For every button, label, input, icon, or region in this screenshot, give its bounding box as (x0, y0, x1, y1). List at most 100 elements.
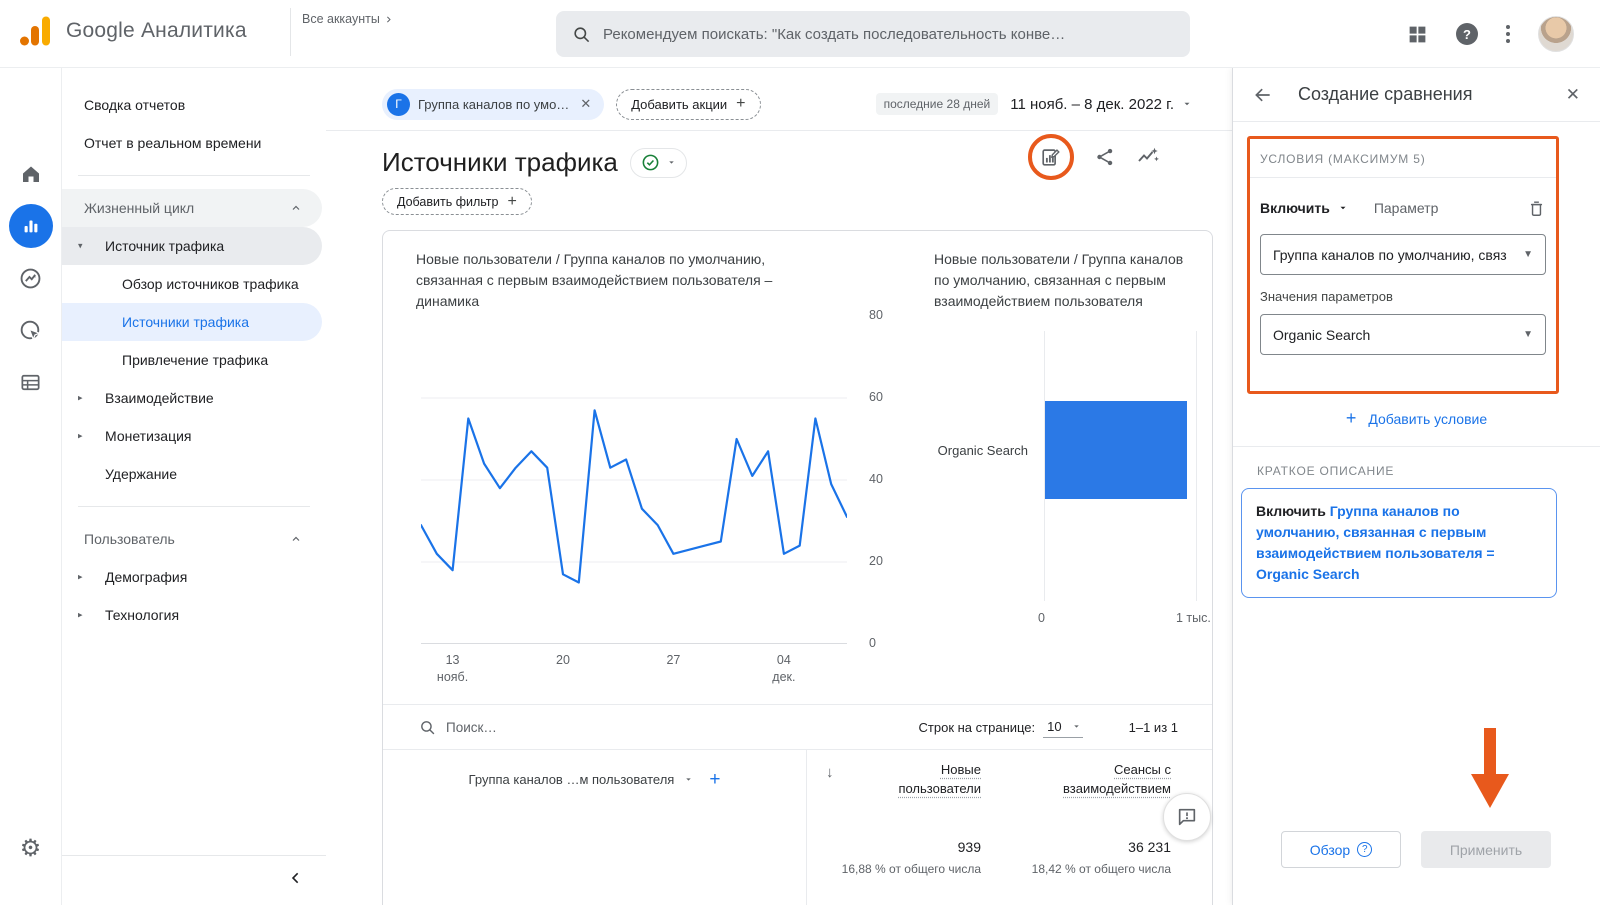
nav-acquisition-overview[interactable]: Обзор источников трафика (62, 265, 322, 303)
close-icon[interactable]: ✕ (1566, 85, 1580, 105)
table-search-input[interactable] (446, 720, 646, 735)
nav-monetization[interactable]: ▸ Монетизация (62, 417, 322, 455)
search-input[interactable] (603, 26, 1174, 43)
rows-per-page-label: Строк на странице: (919, 720, 1036, 735)
collapse-nav-icon[interactable] (288, 870, 304, 886)
help-icon: ? (1357, 842, 1372, 857)
table-toolbar: Строк на странице: 10 1–1 из 1 (383, 704, 1212, 749)
date-range-label: 11 нояб. – 8 дек. 2022 г. (1010, 96, 1174, 113)
apply-button[interactable]: Применить (1421, 831, 1551, 868)
nav-engagement[interactable]: ▸ Взаимодействие (62, 379, 322, 417)
nav-demographics[interactable]: ▸ Демография (62, 558, 322, 596)
x-tick-label: 04дек. (772, 652, 795, 686)
caret-down-icon (1072, 722, 1081, 731)
conditions-header: УСЛОВИЯ (МАКСИМУМ 5) (1250, 139, 1556, 178)
nav-footer (62, 855, 326, 905)
caret-down-icon (1338, 203, 1348, 213)
search-icon (572, 25, 591, 44)
nav-section-lifecycle[interactable]: Жизненный цикл (62, 189, 322, 227)
more-vertical-icon[interactable] (1506, 25, 1510, 43)
help-icon[interactable]: ? (1456, 23, 1478, 45)
apps-grid-icon[interactable] (1407, 24, 1428, 45)
customize-report-icon[interactable] (1040, 146, 1062, 168)
nav-user-acquisition[interactable]: Привлечение трафика (62, 341, 322, 379)
comparison-chip[interactable]: Г Группа каналов по умо… ✕ (382, 89, 604, 120)
summary-header: КРАТКОЕ ОПИСАНИЕ (1257, 464, 1394, 478)
insights-icon[interactable] (1136, 145, 1160, 169)
y-tick-label: 40 (869, 472, 883, 486)
comparison-summary: Включить Группа каналов по умолчанию, св… (1241, 488, 1557, 598)
caret-down-icon: ▼ (1523, 329, 1533, 340)
caret-down-icon (1182, 99, 1192, 109)
advertising-icon[interactable] (9, 308, 53, 352)
line-chart[interactable] (421, 316, 847, 644)
panel-title: Создание сравнения (1298, 84, 1472, 105)
share-icon[interactable] (1094, 146, 1116, 168)
build-comparison-panel: Создание сравнения ✕ УСЛОВИЯ (МАКСИМУМ 5… (1232, 68, 1600, 905)
global-search[interactable] (556, 11, 1190, 57)
nav-realtime[interactable]: Отчет в реальном времени (62, 124, 322, 162)
delete-condition-icon[interactable] (1527, 199, 1546, 218)
avatar[interactable] (1538, 16, 1574, 52)
plus-icon: + (1346, 408, 1357, 429)
back-icon[interactable] (1253, 85, 1273, 105)
search-icon (419, 719, 436, 736)
nav-section-user[interactable]: Пользователь (62, 520, 322, 558)
remove-comparison-icon[interactable]: ✕ (577, 94, 594, 114)
caret-down-icon (684, 775, 693, 784)
settings-gear-icon[interactable]: ⚙ (9, 826, 53, 870)
metric-header-new-users[interactable]: ↓ Новые пользователи (806, 750, 981, 809)
total-engaged-sessions: 36 231 (981, 839, 1171, 855)
report-status-dropdown[interactable] (630, 148, 687, 178)
preview-button[interactable]: Обзор ? (1281, 831, 1401, 868)
chevron-right-icon (384, 15, 393, 24)
plus-icon: + (736, 95, 745, 113)
chevron-up-icon (290, 202, 302, 214)
nav-tech[interactable]: ▸ Технология (62, 596, 322, 634)
include-exclude-dropdown[interactable]: Включить (1260, 200, 1348, 216)
x-tick-label: 13нояб. (437, 652, 468, 686)
report-main: Г Группа каналов по умо… ✕ Добавить акци… (326, 68, 1232, 905)
customize-highlight-ring (1028, 134, 1074, 180)
bar-x-tick-1: 1 тыс. (1176, 611, 1211, 625)
left-icon-rail: ⚙ (0, 68, 62, 905)
total-new-users: 939 (383, 839, 981, 855)
x-tick-label: 27 (666, 652, 680, 669)
dimension-select[interactable]: Группа каналов по умолчанию, связ ▼ (1260, 234, 1546, 275)
nav-traffic-acquisition[interactable]: Источники трафика (62, 303, 322, 341)
comparison-chip-label: Группа каналов по умо… (418, 97, 569, 112)
summary-include-prefix: Включить (1256, 503, 1326, 519)
y-tick-label: 20 (869, 554, 883, 568)
nav-report-snapshot[interactable]: Сводка отчетов (62, 86, 322, 124)
add-comparison-button[interactable]: Добавить акции+ (616, 89, 760, 120)
caret-down-icon: ▼ (1523, 249, 1533, 260)
dimension-header[interactable]: Группа каналов …м пользователя + (383, 750, 806, 809)
add-filter-button[interactable]: Добавить фильтр+ (382, 188, 532, 215)
bar-organic-search[interactable] (1045, 401, 1187, 499)
line-chart-x-axis: 13нояб.202704дек. (421, 652, 847, 688)
feedback-button[interactable] (1163, 793, 1211, 841)
library-icon[interactable] (9, 360, 53, 404)
feedback-icon (1176, 806, 1198, 828)
reports-icon[interactable] (9, 204, 53, 248)
report-card: Новые пользователи / Группа каналов по у… (382, 230, 1213, 905)
nav-retention[interactable]: Удержание (62, 455, 322, 493)
bar-chart[interactable] (1044, 331, 1197, 601)
caret-right-icon: ▸ (78, 431, 83, 442)
account-picker[interactable]: Все аккаунты (302, 12, 393, 26)
nav-acquisition[interactable]: ▾ Источник трафика (62, 227, 322, 265)
add-condition-button[interactable]: + Добавить условие (1233, 408, 1600, 429)
divider (78, 175, 310, 176)
bar-x-tick-0: 0 (1038, 611, 1045, 625)
explore-icon[interactable] (9, 256, 53, 300)
metric-header-engaged-sessions[interactable]: Сеансы с взаимодействием (981, 750, 1171, 809)
ga-logo[interactable]: Google Аналитика (18, 14, 247, 48)
home-icon[interactable] (9, 152, 53, 196)
caret-right-icon: ▸ (78, 393, 83, 404)
rows-per-page-select[interactable]: 10 (1043, 717, 1082, 738)
sort-descending-icon: ↓ (826, 764, 834, 781)
dimension-values-select[interactable]: Organic Search ▼ (1260, 314, 1546, 355)
total-engaged-sessions-share: 18,42 % от общего числа (981, 862, 1171, 876)
date-range-picker[interactable]: последние 28 дней 11 нояб. – 8 дек. 2022… (876, 93, 1192, 115)
add-column-icon[interactable]: + (709, 769, 720, 791)
